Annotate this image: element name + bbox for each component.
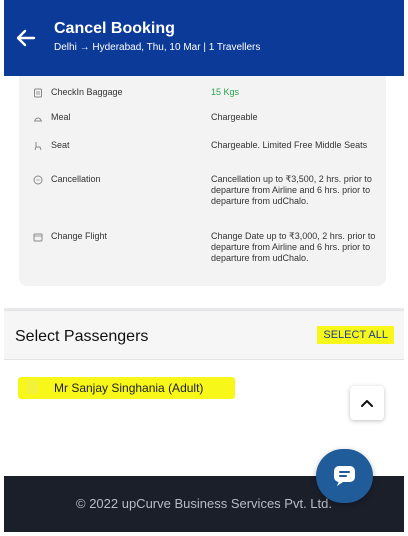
section-title: Select Passengers	[15, 328, 149, 345]
detail-label: Seat	[51, 140, 70, 150]
detail-value: Change Date up to ₹3,000, 2 hrs. prior t…	[211, 231, 376, 263]
fare-details-section: CheckIn Baggage 15 Kgs Meal Chargeable S…	[4, 76, 404, 308]
detail-value: Chargeable	[211, 112, 258, 122]
cancellation-icon	[33, 175, 43, 185]
fare-details-card: CheckIn Baggage 15 Kgs Meal Chargeable S…	[19, 76, 386, 286]
select-all-button[interactable]: SELECT ALL	[317, 326, 394, 344]
back-arrow-icon[interactable]	[14, 26, 38, 50]
detail-label: Meal	[51, 112, 71, 122]
chat-button[interactable]	[316, 449, 373, 503]
chat-icon	[334, 466, 355, 486]
header: Cancel Booking Delhi → Hyderabad, Thu, 1…	[4, 0, 404, 76]
chevron-up-icon	[361, 400, 373, 407]
detail-value: 15 Kgs	[211, 87, 240, 97]
trip-summary: Delhi → Hyderabad, Thu, 10 Mar | 1 Trave…	[54, 42, 261, 53]
select-passengers-header: Select Passengers SELECT ALL	[4, 310, 404, 360]
detail-label: CheckIn Baggage	[51, 87, 123, 97]
app-frame: Cancel Booking Delhi → Hyderabad, Thu, 1…	[0, 0, 408, 536]
scroll-to-top-button[interactable]	[350, 386, 384, 420]
detail-label: Cancellation	[51, 174, 101, 184]
passenger-name: Mr Sanjay Singhania (Adult)	[54, 381, 204, 395]
baggage-icon	[34, 88, 42, 98]
detail-value: Chargeable. Limited Free Middle Seats	[211, 140, 368, 150]
detail-value: Cancellation up to ₹3,500, 2 hrs. prior …	[211, 174, 372, 206]
meal-icon	[34, 117, 42, 122]
passenger-checkbox-row[interactable]: Mr Sanjay Singhania (Adult)	[18, 377, 235, 399]
detail-label: Change Flight	[51, 231, 108, 241]
passenger-checkbox[interactable]	[26, 380, 38, 394]
change-flight-icon	[33, 233, 43, 242]
seat-icon	[34, 142, 42, 151]
page-title: Cancel Booking	[54, 20, 175, 37]
